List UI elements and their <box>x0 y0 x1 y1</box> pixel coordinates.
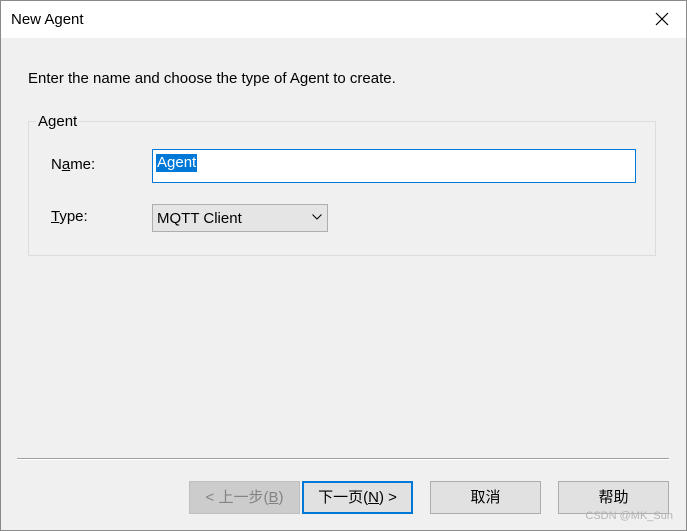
name-label-prefix: N <box>51 156 62 173</box>
name-input-value: Agent <box>156 154 198 172</box>
watermark: CSDN @MK_Sun <box>585 510 673 522</box>
type-select-value: MQTT Client <box>157 210 242 227</box>
close-icon <box>655 12 669 26</box>
next-button-suffix: ) > <box>378 489 397 506</box>
close-button[interactable] <box>640 1 686 38</box>
footer-divider <box>17 458 669 460</box>
type-select[interactable]: MQTT Client <box>152 204 328 232</box>
next-button-accel: N <box>368 489 379 506</box>
chevron-down-icon <box>312 214 322 220</box>
type-label: Type: <box>51 208 88 225</box>
back-button-accel: B <box>268 489 279 506</box>
back-button-prefix: < 上一步( <box>205 489 269 506</box>
name-label-accel: a <box>61 156 71 173</box>
agent-group-label: Agent <box>36 113 80 130</box>
type-label-suffix: ype: <box>59 208 88 225</box>
name-label: Name: <box>51 156 95 173</box>
title-bar: New Agent <box>1 1 686 38</box>
name-label-suffix: me: <box>70 156 96 173</box>
back-button-suffix: ) <box>278 489 284 506</box>
instruction-text: Enter the name and choose the type of Ag… <box>28 70 396 87</box>
window-title: New Agent <box>11 11 84 28</box>
back-button[interactable]: < 上一步(B) <box>189 481 300 514</box>
agent-group-box <box>28 121 656 256</box>
next-button-prefix: 下一页( <box>318 489 369 506</box>
next-button[interactable]: 下一页(N) > <box>302 481 413 514</box>
cancel-button[interactable]: 取消 <box>430 481 541 514</box>
name-input[interactable]: Agent <box>152 149 636 183</box>
